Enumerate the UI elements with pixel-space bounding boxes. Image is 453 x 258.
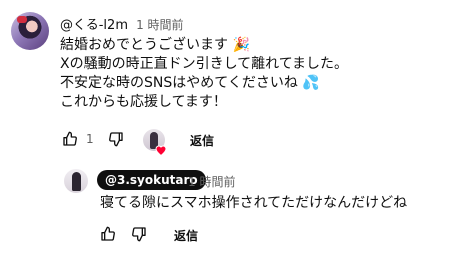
thumbs-down-icon[interactable] [108, 131, 124, 147]
comment-line: これからも応援してます！ [60, 94, 227, 110]
reply-button[interactable]: 返信 [174, 227, 198, 244]
comment-line: Xの騒動の時正直ドン引きして離れてました。 [60, 56, 349, 72]
heart-icon [155, 141, 167, 157]
reply-button[interactable]: 返信 [190, 132, 214, 149]
reply-text: 寝てる隙にスマホ操作されてただけなんだけどね [100, 195, 408, 211]
comment-line: 不安定な時のSNSはやめてくださいね 💦 [60, 75, 320, 91]
thumbs-up-icon[interactable] [100, 226, 116, 242]
comment-line: 結婚おめでとうございます 🎉 [60, 37, 250, 53]
comment-time[interactable]: 1 時間前 [136, 18, 183, 32]
comment-header: @くる-l2m 1 時間前 [60, 14, 184, 33]
like-count: 1 [86, 132, 94, 146]
comment-body: 結婚おめでとうございます 🎉 Xの騒動の時正直ドン引きして離れてました。 不安定… [60, 36, 348, 112]
comment-author[interactable]: @くる-l2m [60, 18, 128, 33]
reply-author-avatar[interactable] [64, 169, 88, 193]
reply-time[interactable]: 1 時間前 [188, 173, 235, 190]
commenter-avatar[interactable] [11, 12, 49, 50]
thumbs-up-icon[interactable] [62, 131, 78, 147]
thumbs-down-icon[interactable] [131, 226, 147, 242]
